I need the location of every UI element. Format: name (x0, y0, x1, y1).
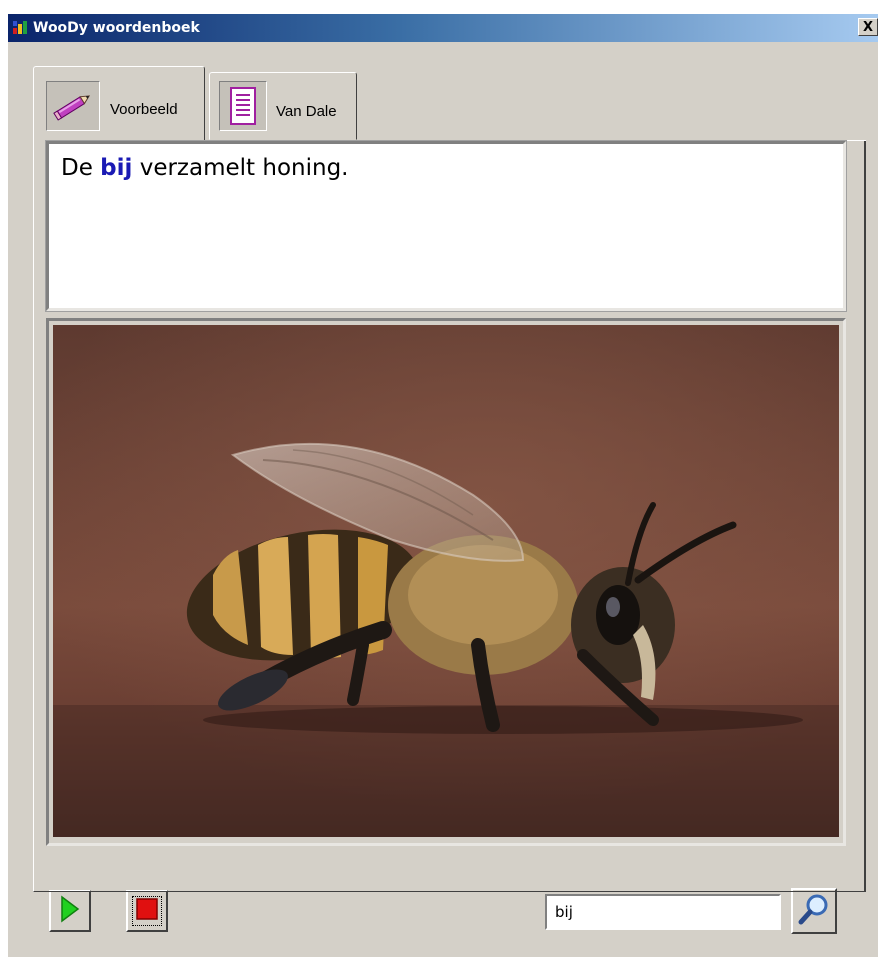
document-icon (219, 81, 267, 131)
play-icon (60, 895, 80, 927)
magnifier-icon (797, 892, 831, 930)
image-frame (46, 318, 846, 846)
pencil-icon (46, 81, 100, 131)
search-button[interactable] (791, 888, 837, 934)
sentence-prefix: De (61, 155, 101, 181)
example-sentence-box: De bij verzamelt honing. (45, 140, 847, 312)
honeybee-photo (53, 325, 839, 837)
tab-voorbeeld[interactable]: Voorbeeld (33, 66, 205, 142)
sentence-suffix: verzamelt honing. (132, 155, 349, 181)
stop-icon (136, 898, 158, 924)
play-button[interactable] (49, 890, 91, 932)
sentence-keyword: bij (100, 155, 133, 181)
window-title: WooDy woordenboek (33, 20, 200, 36)
tab-van-dale-label: Van Dale (276, 103, 337, 120)
title-bar[interactable]: WooDy woordenboek X (8, 14, 878, 42)
stop-button-focus (132, 896, 162, 926)
tab-voorbeeld-label: Voorbeeld (110, 101, 178, 118)
close-button[interactable]: X (858, 18, 878, 36)
app-icon (12, 19, 28, 35)
stop-button[interactable] (126, 890, 168, 932)
app-window: WooDy woordenboek X Voorbeeld Van Dale D… (8, 14, 878, 957)
tab-van-dale[interactable]: Van Dale (209, 72, 357, 140)
example-sentence: De bij verzamelt honing. (61, 155, 348, 181)
search-input[interactable] (545, 894, 781, 930)
